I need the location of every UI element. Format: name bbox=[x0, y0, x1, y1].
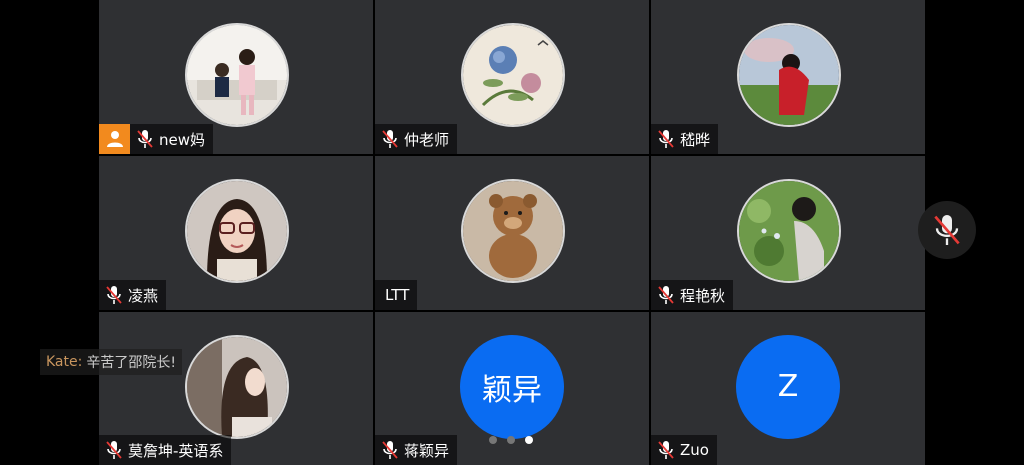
page-dot[interactable] bbox=[489, 436, 497, 444]
mute-toggle-button[interactable] bbox=[918, 201, 976, 259]
page-dot-active[interactable] bbox=[525, 436, 533, 444]
chat-bubble: Kate: 辛苦了邵院长! bbox=[40, 349, 182, 375]
participant-name: 嵇晔 bbox=[680, 130, 711, 149]
video-grid: new妈 仲老师 嵇晔 凌燕 LTT 程艳秋 莫詹坤-英语系 颖异 蒋颖异 Z … bbox=[99, 0, 925, 465]
participant-namebar: 仲老师 bbox=[375, 124, 458, 154]
mic-muted-icon bbox=[106, 286, 122, 304]
participant-tile[interactable]: Z Zuo bbox=[651, 312, 925, 465]
participant-name: Zuo bbox=[680, 441, 709, 459]
participant-namebar: LTT bbox=[375, 280, 418, 310]
participant-namebar: 莫詹坤-英语系 bbox=[99, 435, 232, 465]
participant-name: 仲老师 bbox=[404, 130, 450, 149]
participant-tile[interactable]: 莫詹坤-英语系 bbox=[99, 312, 373, 465]
chat-sender: Kate: bbox=[46, 354, 83, 370]
page-indicator[interactable] bbox=[489, 436, 533, 444]
participant-name: 蒋颖异 bbox=[404, 441, 450, 460]
mic-muted-icon bbox=[382, 441, 398, 459]
mic-muted-icon bbox=[106, 441, 122, 459]
participant-tile[interactable]: new妈 bbox=[99, 0, 373, 154]
participant-name: LTT bbox=[385, 286, 410, 304]
page-dot[interactable] bbox=[507, 436, 515, 444]
participant-avatar bbox=[185, 179, 289, 283]
participant-tile[interactable]: 程艳秋 bbox=[651, 156, 925, 310]
participant-avatar bbox=[185, 334, 289, 439]
participant-avatar bbox=[461, 23, 565, 127]
chat-message: 辛苦了邵院长! bbox=[86, 355, 176, 371]
participant-avatar bbox=[461, 179, 565, 283]
person-icon bbox=[106, 131, 123, 147]
participant-namebar: 嵇晔 bbox=[651, 124, 719, 154]
participant-tile[interactable]: 凌燕 bbox=[99, 156, 373, 310]
participant-name: 凌燕 bbox=[128, 286, 159, 305]
participant-name: 程艳秋 bbox=[680, 286, 726, 305]
mic-muted-icon bbox=[137, 130, 153, 148]
participant-tile[interactable]: LTT bbox=[375, 156, 649, 310]
participant-namebar: 程艳秋 bbox=[651, 280, 734, 310]
host-badge bbox=[99, 124, 130, 154]
participant-avatar bbox=[737, 23, 841, 127]
mic-muted-icon bbox=[658, 286, 674, 304]
mic-muted-icon bbox=[934, 215, 960, 245]
participant-tile[interactable]: 仲老师 bbox=[375, 0, 649, 154]
participant-avatar bbox=[737, 179, 841, 283]
letter-avatar: Z bbox=[736, 334, 840, 439]
participant-namebar: 凌燕 bbox=[99, 280, 167, 310]
participant-namebar: Zuo bbox=[651, 435, 717, 465]
participant-namebar: new妈 bbox=[130, 124, 214, 154]
participant-namebar: 蒋颖异 bbox=[375, 435, 458, 465]
mic-muted-icon bbox=[658, 130, 674, 148]
mic-muted-icon bbox=[658, 441, 674, 459]
participant-avatar bbox=[185, 23, 289, 127]
mic-muted-icon bbox=[382, 130, 398, 148]
participant-name: 莫詹坤-英语系 bbox=[128, 441, 224, 460]
participant-tile[interactable]: 嵇晔 bbox=[651, 0, 925, 154]
letter-avatar: 颖异 bbox=[460, 334, 564, 439]
participant-name: new妈 bbox=[159, 130, 206, 149]
